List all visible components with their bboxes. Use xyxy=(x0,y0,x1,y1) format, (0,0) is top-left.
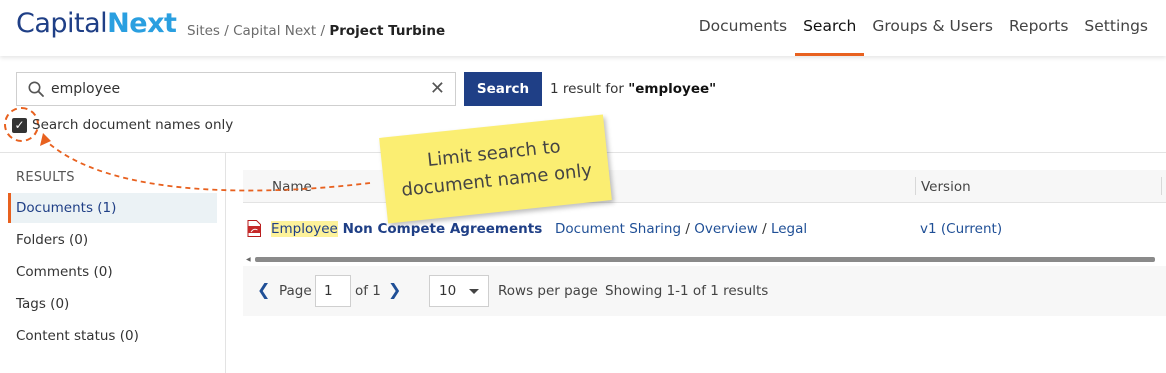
document-version: v1 (Current) xyxy=(920,221,1002,237)
rows-per-page-value: 10 xyxy=(439,283,457,299)
document-path: Document Sharing / Overview / Legal xyxy=(555,221,807,237)
sidebar-item-tags[interactable]: Tags (0) xyxy=(8,289,217,319)
main-nav: Documents Search Groups & Users Reports … xyxy=(691,0,1156,56)
breadcrumb-separator: / xyxy=(224,23,229,39)
breadcrumb-sites[interactable]: Sites xyxy=(187,23,220,39)
nav-settings[interactable]: Settings xyxy=(1076,0,1156,56)
nav-search[interactable]: Search xyxy=(795,0,865,56)
previous-page-icon[interactable]: ❮ xyxy=(257,280,270,299)
sidebar-item-folders[interactable]: Folders (0) xyxy=(8,225,217,255)
search-names-only-label[interactable]: Search document names only xyxy=(32,117,233,133)
results-summary: Showing 1-1 of 1 results xyxy=(605,283,769,299)
sidebar-item-documents[interactable]: Documents (1) xyxy=(8,193,217,223)
rows-per-page-select[interactable]: 10 xyxy=(429,275,489,307)
nav-groups-users[interactable]: Groups & Users xyxy=(864,0,1001,56)
pagination-bar: ❮ Page of 1 ❯ 10 Rows per page Showing 1… xyxy=(243,266,1166,316)
breadcrumb-separator: / xyxy=(320,23,326,39)
search-names-only-checkbox[interactable]: ✓ xyxy=(12,117,27,133)
rows-per-page-label: Rows per page xyxy=(498,283,598,299)
path-link-legal[interactable]: Legal xyxy=(771,221,807,237)
document-name-rest: Non Compete Agreements xyxy=(337,221,543,237)
column-header-version[interactable]: Version xyxy=(921,179,971,195)
sidebar-item-content-status[interactable]: Content status (0) xyxy=(8,321,217,351)
sidebar-item-comments[interactable]: Comments (0) xyxy=(8,257,217,287)
search-button[interactable]: Search xyxy=(464,72,542,106)
document-name-link[interactable]: Employee Non Compete Agreements xyxy=(271,221,542,237)
path-separator: / xyxy=(762,221,767,237)
path-link-document-sharing[interactable]: Document Sharing xyxy=(555,221,681,237)
search-input[interactable] xyxy=(51,79,411,99)
results-table-header: Name Version xyxy=(243,170,1166,203)
clear-search-icon[interactable]: ✕ xyxy=(430,79,445,99)
search-term-highlight: Employee xyxy=(271,221,338,237)
column-separator[interactable] xyxy=(915,177,916,195)
nav-documents[interactable]: Documents xyxy=(691,0,795,56)
path-separator: / xyxy=(685,221,690,237)
brand-logo-part2: Next xyxy=(107,8,177,39)
nav-reports[interactable]: Reports xyxy=(1001,0,1076,56)
horizontal-scrollbar[interactable]: ◀ xyxy=(243,255,1166,264)
results-sidebar: RESULTS Documents (1) Folders (0) Commen… xyxy=(0,153,226,373)
page-label: Page xyxy=(279,283,312,299)
version-link[interactable]: v1 (Current) xyxy=(920,221,1002,237)
column-header-name[interactable]: Name xyxy=(272,179,312,195)
breadcrumb: Sites / Capital Next / Project Turbine xyxy=(187,23,445,39)
path-link-overview[interactable]: Overview xyxy=(694,221,758,237)
search-icon xyxy=(28,81,44,97)
page-total-label: of 1 xyxy=(355,283,381,299)
results-heading: RESULTS xyxy=(16,170,75,185)
chevron-down-icon xyxy=(469,289,479,294)
breadcrumb-current: Project Turbine xyxy=(329,23,446,39)
pdf-icon xyxy=(247,220,261,237)
brand-logo[interactable]: CapitalNext xyxy=(16,8,177,39)
result-count: 1 result for "employee" xyxy=(550,81,716,97)
search-names-only-option[interactable]: ✓ Search document names only xyxy=(12,117,233,133)
result-count-prefix: 1 result for xyxy=(550,81,624,97)
table-row[interactable]: Employee Non Compete Agreements Document… xyxy=(243,204,1166,254)
next-page-icon[interactable]: ❯ xyxy=(388,280,401,299)
column-separator[interactable] xyxy=(1161,177,1162,195)
search-box: ✕ xyxy=(16,72,456,106)
scroll-left-icon[interactable]: ◀ xyxy=(246,255,251,264)
top-bar: CapitalNext Sites / Capital Next / Proje… xyxy=(0,0,1166,56)
scrollbar-thumb[interactable] xyxy=(255,257,1155,262)
breadcrumb-parent[interactable]: Capital Next xyxy=(233,23,316,39)
brand-logo-part1: Capital xyxy=(16,8,108,39)
page-number-input[interactable] xyxy=(315,275,351,307)
result-count-term: "employee" xyxy=(628,81,717,97)
